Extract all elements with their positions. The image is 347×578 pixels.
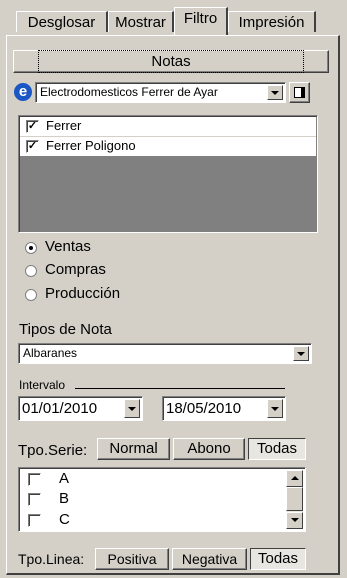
notas-button[interactable]: Notas	[13, 50, 329, 73]
serie-b-checkbox[interactable]	[28, 493, 41, 506]
linea-positiva-button[interactable]: Positiva	[95, 548, 169, 570]
radio-compras-label: Compras	[45, 261, 106, 278]
internet-explorer-icon[interactable]: e	[14, 83, 32, 101]
tpo-linea-label: Tpo.Linea:	[18, 551, 85, 567]
intervalo-label: Intervalo	[19, 378, 66, 392]
arrow-up-icon	[291, 476, 299, 480]
chevron-down-icon[interactable]	[293, 346, 309, 361]
tab-mostrar[interactable]: Mostrar	[108, 11, 174, 32]
tipos-nota-label: Tipos de Nota	[19, 321, 112, 338]
linea-negativa-button[interactable]: Negativa	[172, 548, 247, 570]
intervalo-divider	[75, 388, 285, 389]
radio-produccion[interactable]	[25, 289, 37, 301]
radio-produccion-label: Producción	[45, 285, 121, 302]
chevron-down-icon[interactable]	[124, 399, 140, 418]
radio-compras[interactable]	[25, 265, 37, 277]
serie-a-label: A	[59, 470, 70, 487]
date-from-picker[interactable]: 01/01/2010	[18, 396, 143, 421]
arrow-down-icon	[291, 518, 299, 522]
serie-normal-button[interactable]: Normal	[97, 438, 170, 460]
date-to-picker[interactable]: 18/05/2010	[162, 396, 286, 421]
serie-c-checkbox[interactable]	[28, 514, 41, 527]
list-item[interactable]: ✓ Ferrer Poligono	[20, 137, 316, 156]
store-ferrer-poligono-checkbox[interactable]: ✓	[26, 140, 39, 153]
company-combo-value: Electrodomesticos Ferrer de Ayar	[40, 85, 218, 99]
serie-scrollbar[interactable]	[286, 470, 303, 529]
tipos-nota-combo[interactable]: Albaranes	[18, 343, 312, 364]
serie-b-label: B	[59, 490, 70, 507]
list-item[interactable]: ✓ Ferrer	[20, 117, 316, 137]
serie-todas-button[interactable]: Todas	[248, 438, 306, 460]
scroll-down-button[interactable]	[286, 512, 303, 529]
tpo-serie-label: Tpo.Serie:	[18, 442, 88, 459]
store-ferrer-checkbox[interactable]: ✓	[26, 120, 39, 133]
tab-desglosar[interactable]: Desglosar	[16, 11, 108, 32]
serie-abono-button[interactable]: Abono	[173, 438, 245, 460]
serie-list[interactable]: A B C	[18, 467, 306, 532]
chevron-down-icon[interactable]	[267, 85, 283, 100]
notas-button-label: Notas	[38, 50, 304, 73]
company-combo[interactable]: Electrodomesticos Ferrer de Ayar	[35, 82, 286, 103]
tab-filtro[interactable]: Filtro	[174, 7, 228, 35]
company-options-button[interactable]	[289, 82, 310, 103]
scroll-up-button[interactable]	[286, 470, 303, 487]
radio-ventas-label: Ventas	[45, 238, 91, 255]
tab-impresion[interactable]: Impresión	[228, 11, 316, 32]
linea-todas-button[interactable]: Todas	[250, 548, 306, 570]
store-list[interactable]: ✓ Ferrer ✓ Ferrer Poligono	[18, 115, 318, 233]
tipos-nota-value: Albaranes	[23, 346, 78, 360]
scroll-thumb[interactable]	[286, 487, 303, 511]
serie-a-checkbox[interactable]	[28, 473, 41, 486]
serie-c-label: C	[59, 511, 70, 528]
radio-ventas[interactable]	[25, 242, 37, 254]
chevron-down-icon[interactable]	[267, 399, 283, 418]
date-to-value: 18/05/2010	[166, 400, 242, 417]
store-ferrer-poligono-label: Ferrer Poligono	[46, 138, 136, 153]
date-from-value: 01/01/2010	[22, 400, 98, 417]
store-ferrer-label: Ferrer	[46, 118, 82, 133]
options-box-bar-icon	[301, 88, 304, 97]
